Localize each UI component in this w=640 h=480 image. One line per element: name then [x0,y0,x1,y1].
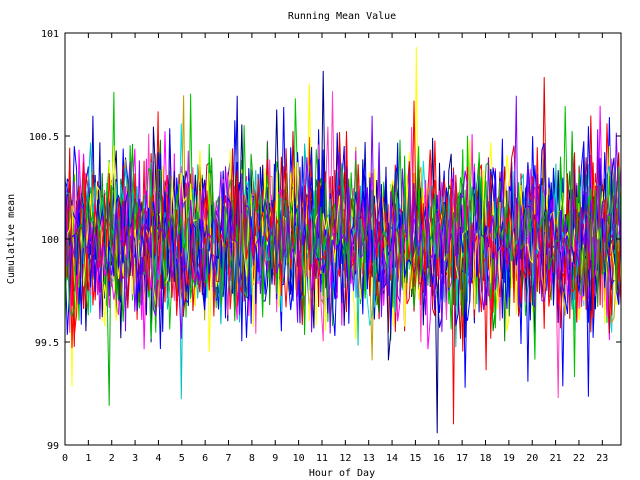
x-tick-label: 5 [179,453,185,464]
x-tick-label: 23 [596,453,608,464]
x-tick-label: 13 [363,453,375,464]
x-tick-label: 1 [85,453,91,464]
x-tick-label: 7 [226,453,232,464]
x-tick-label: 8 [249,453,255,464]
x-tick-label: 19 [503,453,515,464]
x-tick-label: 17 [456,453,468,464]
x-tick-label: 9 [272,453,278,464]
x-tick-label: 15 [409,453,421,464]
x-tick-label: 11 [316,453,328,464]
x-tick-label: 4 [155,453,161,464]
running-mean-chart: Running Mean Value Cumulative mean Hour … [6,11,622,479]
x-tick-label: 0 [62,453,68,464]
series-layer [64,46,622,434]
x-tick-label: 18 [479,453,491,464]
y-tick-label: 99.5 [35,338,59,349]
y-axis-label: Cumulative mean [6,194,17,284]
x-tick-label: 22 [573,453,585,464]
x-tick-label: 10 [293,453,305,464]
y-tick-label: 100.5 [29,132,59,143]
x-tick-label: 16 [433,453,445,464]
x-tick-label: 21 [550,453,562,464]
x-tick-label: 2 [109,453,115,464]
y-tick-label: 100 [41,235,59,246]
x-axis-label: Hour of Day [309,468,375,479]
x-tick-label: 3 [132,453,138,464]
y-tick-label: 101 [41,29,59,40]
x-tick-label: 14 [386,453,398,464]
y-tick-label: 99 [47,441,59,452]
x-tick-label: 12 [339,453,351,464]
x-tick-label: 20 [526,453,538,464]
x-tick-label: 6 [202,453,208,464]
chart-title: Running Mean Value [288,11,396,22]
